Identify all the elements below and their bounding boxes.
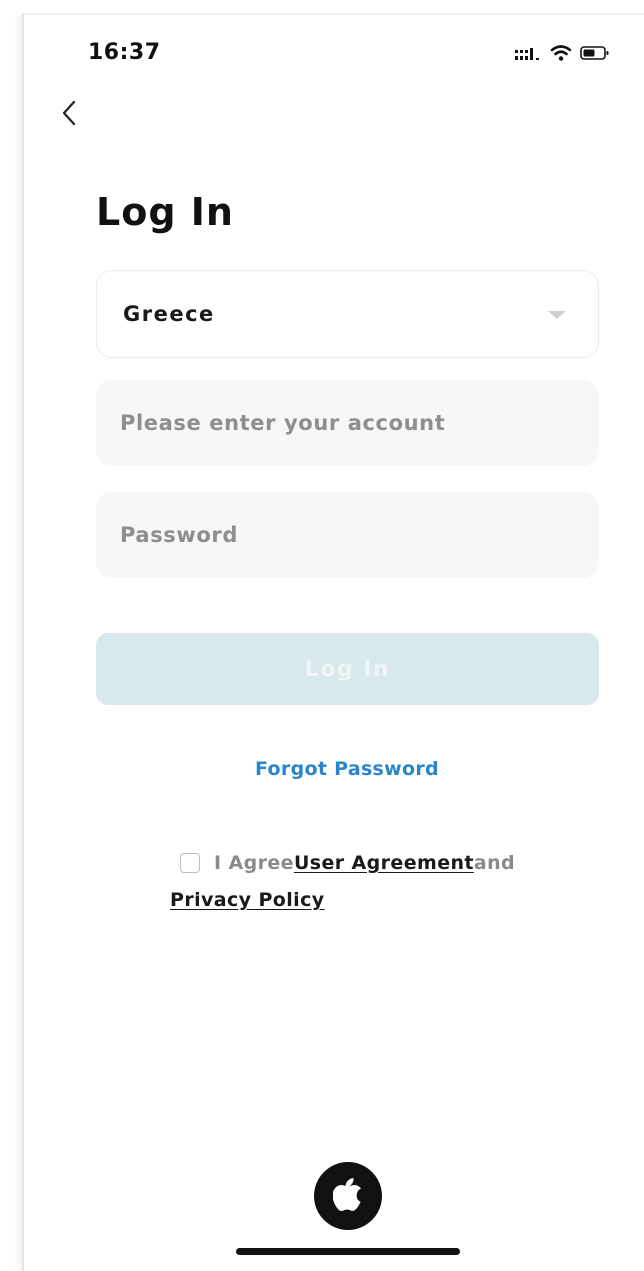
agree-conjunction: and	[473, 852, 516, 874]
apple-login-button[interactable]	[314, 1162, 382, 1230]
chevron-down-icon	[548, 311, 566, 319]
apple-icon	[332, 1177, 363, 1215]
battery-icon	[580, 45, 610, 65]
login-button[interactable]: Log In	[96, 633, 599, 705]
privacy-policy-link[interactable]: Privacy Policy	[170, 889, 325, 911]
status-icons	[514, 45, 610, 65]
country-select[interactable]: Greece	[96, 270, 599, 358]
home-indicator	[236, 1248, 460, 1255]
account-input[interactable]	[96, 380, 599, 466]
agreement-row: I Agree User Agreement and	[180, 852, 515, 874]
back-button[interactable]	[54, 100, 84, 130]
page-title: Log In	[96, 190, 234, 234]
chevron-left-icon	[61, 100, 77, 130]
agreement-checkbox[interactable]	[180, 853, 200, 873]
agree-prefix: I Agree	[214, 852, 294, 874]
country-value: Greece	[123, 302, 215, 326]
password-input[interactable]	[96, 492, 599, 578]
wifi-icon	[550, 44, 572, 66]
status-time: 16:37	[88, 40, 161, 65]
forgot-password-link[interactable]: Forgot Password	[0, 758, 644, 780]
signal-icon	[514, 46, 542, 65]
user-agreement-link[interactable]: User Agreement	[294, 852, 474, 874]
